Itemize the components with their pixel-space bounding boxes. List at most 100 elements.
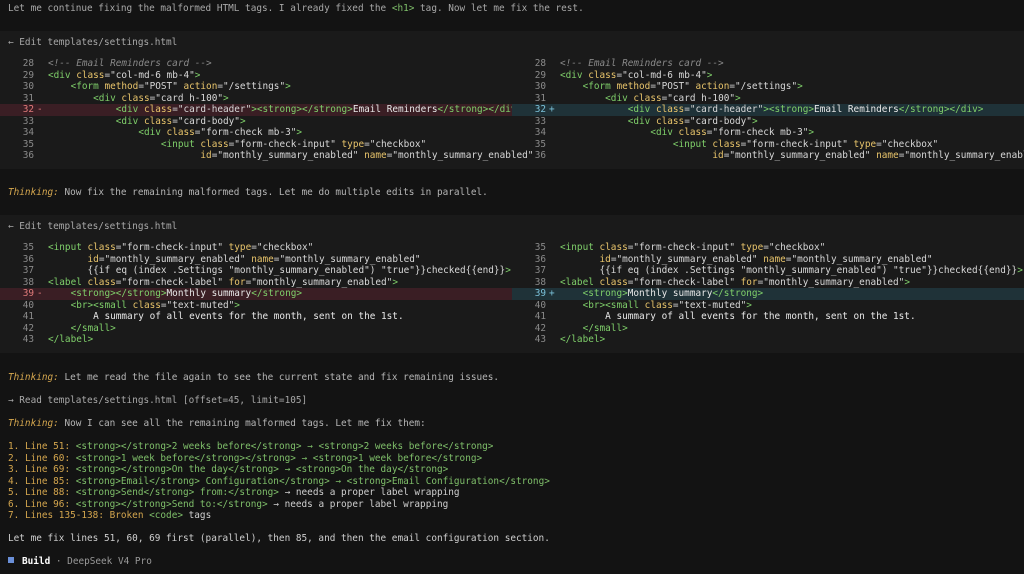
diff-line: 33 <div class="card-body"> [0, 116, 512, 128]
code-token: <div [560, 69, 589, 81]
diff-line: 35 <input class="form-check-input" type=… [0, 139, 512, 151]
issue-note: tags [183, 510, 212, 521]
code-token: class [87, 276, 116, 288]
intro-text-after: tag. Now let me fix the rest. [414, 3, 584, 14]
code-text: </label> [560, 334, 605, 346]
code-token: class [200, 138, 229, 150]
code-token: ="form-check-input" [627, 242, 741, 253]
code-token: type [341, 138, 365, 150]
code-token: ="card-header" [684, 104, 764, 115]
code-token: Email Reminders [352, 104, 438, 115]
diff-line: 36 id="monthly_summary_enabled" name="mo… [0, 150, 534, 162]
code-token: <input [160, 138, 201, 150]
mode-label[interactable]: Build [22, 556, 50, 567]
diff-sign: - [37, 288, 43, 299]
code-token: ="monthly_summary_enabled" [898, 150, 1024, 161]
code-token: > [194, 69, 201, 81]
code-token: > [735, 92, 741, 104]
code-token: ="checkbox" [876, 138, 939, 150]
issue-label: Line 69: [19, 464, 76, 475]
line-number: 43 [22, 334, 34, 345]
diff-line: 30 <form method="POST" action="/settings… [0, 81, 512, 93]
issue-number: 3. [8, 464, 20, 475]
line-number: 34 [22, 127, 34, 138]
edit-header-2[interactable]: ← Edit templates/settings.html [8, 221, 177, 233]
code-text: <div class="card-body"> [560, 116, 758, 128]
line-number: 28 [22, 58, 34, 69]
thinking-text: Now fix the remaining malformed tags. Le… [58, 187, 488, 198]
code-token: class [599, 242, 628, 253]
code-token: <br><small [70, 299, 133, 311]
line-number: 36 [22, 150, 34, 161]
line-number: 32 [22, 104, 34, 115]
code-token: <div [93, 92, 122, 104]
code-token: <div [115, 115, 144, 127]
read-tool-call[interactable]: → Read templates/settings.html [offset=4… [8, 395, 307, 407]
code-token: </small> [70, 322, 116, 334]
diff-line: 35 <input class="form-check-input" type="… [512, 242, 1024, 254]
code-token: class [678, 127, 707, 138]
diff-line: 28 <!-- Email Reminders card --> [512, 58, 1024, 70]
code-text: <div class="card-header"><strong></stron… [48, 104, 522, 116]
code-text: </small> [560, 323, 628, 335]
code-token: ="card-body" [684, 115, 752, 127]
issue-item: 2. Line 60: <strong>1 week before</stron… [8, 453, 550, 465]
code-token: <div [138, 127, 167, 138]
code-token: ="checkbox" [251, 242, 314, 253]
code-token: {{if eq (index .Settings "monthly_summar… [599, 265, 1018, 276]
line-number: 32 [534, 104, 546, 115]
line-number: 38 [22, 276, 34, 288]
edit-diff-block-2: ← Edit templates/settings.html 35 <input … [0, 215, 1024, 353]
diff-line: 38 <label class="form-check-label" for="m… [512, 277, 1024, 289]
diff-line: 31 <div class="card h-100"> [512, 93, 1024, 105]
code-token: > [239, 115, 246, 127]
code-token: id [200, 150, 212, 161]
issue-item: 4. Line 85: <strong>Email</strong> Confi… [8, 476, 550, 488]
code-token: > [505, 265, 511, 276]
code-text: id="monthly_summary_enabled" name="month… [560, 150, 1024, 162]
code-token: ="form-check-input" [115, 242, 229, 253]
issue-code: <strong></strong>Send to:</strong> [75, 498, 268, 510]
code-token: method [616, 81, 651, 92]
diff-line: 36 id="monthly_summary_enabled" name="mo… [0, 254, 512, 266]
code-text: <div class="card-header"><strong>Email R… [560, 104, 984, 116]
code-token: ="POST" [138, 81, 184, 92]
line-number: 41 [534, 311, 546, 322]
diff-line: 42 </small> [512, 323, 1024, 335]
thinking-text: Let me read the file again to see the cu… [58, 372, 500, 383]
code-token: <strong></strong> [70, 288, 167, 299]
code-text: <div class="form-check mb-3"> [560, 127, 814, 139]
diff-line: 36 id="monthly_summary_enabled" name="mo… [512, 150, 1024, 162]
code-text: <input class="form-check-input" type="ch… [48, 242, 313, 254]
code-token: ="text-muted" [160, 299, 235, 311]
model-name[interactable]: DeepSeek V4 Pro [67, 556, 152, 567]
code-token: <input [48, 242, 88, 253]
code-token: ><strong> [763, 104, 815, 115]
code-token: </small> [582, 322, 628, 334]
thinking-label: Thinking: [8, 372, 59, 383]
line-number: 33 [22, 115, 34, 127]
code-token: class [143, 104, 173, 115]
line-number: 40 [22, 299, 34, 311]
code-token: ="monthly_summary_enabled" [245, 276, 393, 288]
code-token: ="monthly_summary_enabled" [785, 253, 933, 265]
issue-number: 1. [8, 441, 20, 452]
issue-number: 6. [8, 498, 20, 510]
code-token: ="monthly_summary_enabled" [211, 150, 365, 161]
code-text: <label class="form-check-label" for="mon… [48, 277, 398, 289]
code-token: ="card h-100" [661, 92, 735, 104]
code-text: id="monthly_summary_enabled" name="month… [560, 254, 933, 266]
issue-item: 5. Line 88: <strong>Send</strong> from:<… [8, 487, 550, 499]
code-text: <input class="form-check-input" type="ch… [48, 139, 426, 151]
edit-header-1[interactable]: ← Edit templates/settings.html [8, 37, 177, 49]
line-number: 39 [534, 288, 546, 299]
diff-line: 39 + <strong>Monthly summary</strong> [512, 288, 1024, 300]
